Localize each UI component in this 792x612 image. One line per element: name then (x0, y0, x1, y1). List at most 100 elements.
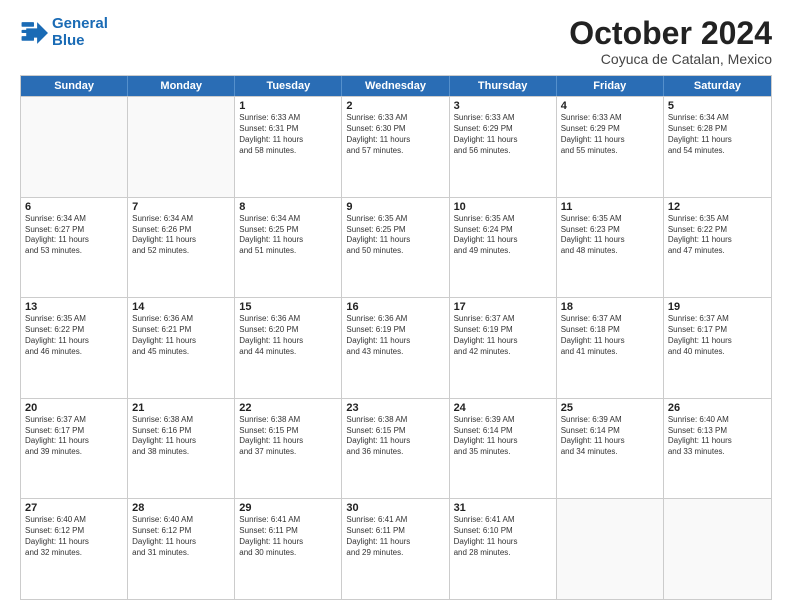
day-number: 10 (454, 201, 552, 213)
calendar-row-5: 27Sunrise: 6:40 AM Sunset: 6:12 PM Dayli… (21, 498, 771, 599)
logo-text: General Blue (52, 16, 108, 49)
calendar-header: SundayMondayTuesdayWednesdayThursdayFrid… (21, 76, 771, 96)
day-cell-2: 2Sunrise: 6:33 AM Sunset: 6:30 PM Daylig… (342, 97, 449, 197)
cell-info: Sunrise: 6:34 AM Sunset: 6:27 PM Dayligh… (25, 214, 123, 257)
calendar-row-3: 13Sunrise: 6:35 AM Sunset: 6:22 PM Dayli… (21, 297, 771, 398)
day-number: 18 (561, 301, 659, 313)
day-number: 23 (346, 402, 444, 414)
cell-info: Sunrise: 6:41 AM Sunset: 6:10 PM Dayligh… (454, 515, 552, 558)
day-number: 3 (454, 100, 552, 112)
cell-info: Sunrise: 6:35 AM Sunset: 6:24 PM Dayligh… (454, 214, 552, 257)
day-number: 4 (561, 100, 659, 112)
calendar-row-2: 6Sunrise: 6:34 AM Sunset: 6:27 PM Daylig… (21, 197, 771, 298)
day-cell-1: 1Sunrise: 6:33 AM Sunset: 6:31 PM Daylig… (235, 97, 342, 197)
calendar-body: 1Sunrise: 6:33 AM Sunset: 6:31 PM Daylig… (21, 96, 771, 599)
header-day-saturday: Saturday (664, 76, 771, 96)
empty-cell-r4c6 (664, 499, 771, 599)
header-day-friday: Friday (557, 76, 664, 96)
cell-info: Sunrise: 6:37 AM Sunset: 6:19 PM Dayligh… (454, 314, 552, 357)
cell-info: Sunrise: 6:33 AM Sunset: 6:30 PM Dayligh… (346, 113, 444, 156)
day-cell-13: 13Sunrise: 6:35 AM Sunset: 6:22 PM Dayli… (21, 298, 128, 398)
day-number: 15 (239, 301, 337, 313)
cell-info: Sunrise: 6:39 AM Sunset: 6:14 PM Dayligh… (561, 415, 659, 458)
header-day-monday: Monday (128, 76, 235, 96)
cell-info: Sunrise: 6:35 AM Sunset: 6:25 PM Dayligh… (346, 214, 444, 257)
cell-info: Sunrise: 6:38 AM Sunset: 6:16 PM Dayligh… (132, 415, 230, 458)
cell-info: Sunrise: 6:41 AM Sunset: 6:11 PM Dayligh… (346, 515, 444, 558)
cell-info: Sunrise: 6:38 AM Sunset: 6:15 PM Dayligh… (239, 415, 337, 458)
cell-info: Sunrise: 6:40 AM Sunset: 6:12 PM Dayligh… (25, 515, 123, 558)
logo-icon (20, 19, 48, 47)
header-day-thursday: Thursday (450, 76, 557, 96)
day-number: 12 (668, 201, 767, 213)
day-number: 5 (668, 100, 767, 112)
day-cell-4: 4Sunrise: 6:33 AM Sunset: 6:29 PM Daylig… (557, 97, 664, 197)
cell-info: Sunrise: 6:37 AM Sunset: 6:17 PM Dayligh… (25, 415, 123, 458)
cell-info: Sunrise: 6:33 AM Sunset: 6:31 PM Dayligh… (239, 113, 337, 156)
day-number: 6 (25, 201, 123, 213)
logo-line2: Blue (52, 32, 85, 49)
day-cell-17: 17Sunrise: 6:37 AM Sunset: 6:19 PM Dayli… (450, 298, 557, 398)
day-number: 28 (132, 502, 230, 514)
day-number: 24 (454, 402, 552, 414)
day-cell-20: 20Sunrise: 6:37 AM Sunset: 6:17 PM Dayli… (21, 399, 128, 499)
day-cell-14: 14Sunrise: 6:36 AM Sunset: 6:21 PM Dayli… (128, 298, 235, 398)
day-cell-25: 25Sunrise: 6:39 AM Sunset: 6:14 PM Dayli… (557, 399, 664, 499)
month-title: October 2024 (569, 16, 772, 51)
day-cell-8: 8Sunrise: 6:34 AM Sunset: 6:25 PM Daylig… (235, 198, 342, 298)
day-cell-19: 19Sunrise: 6:37 AM Sunset: 6:17 PM Dayli… (664, 298, 771, 398)
day-number: 1 (239, 100, 337, 112)
cell-info: Sunrise: 6:33 AM Sunset: 6:29 PM Dayligh… (454, 113, 552, 156)
day-cell-15: 15Sunrise: 6:36 AM Sunset: 6:20 PM Dayli… (235, 298, 342, 398)
day-number: 30 (346, 502, 444, 514)
day-number: 9 (346, 201, 444, 213)
cell-info: Sunrise: 6:38 AM Sunset: 6:15 PM Dayligh… (346, 415, 444, 458)
cell-info: Sunrise: 6:34 AM Sunset: 6:26 PM Dayligh… (132, 214, 230, 257)
day-number: 29 (239, 502, 337, 514)
cell-info: Sunrise: 6:36 AM Sunset: 6:19 PM Dayligh… (346, 314, 444, 357)
day-number: 21 (132, 402, 230, 414)
cell-info: Sunrise: 6:37 AM Sunset: 6:17 PM Dayligh… (668, 314, 767, 357)
subtitle: Coyuca de Catalan, Mexico (569, 51, 772, 67)
day-cell-21: 21Sunrise: 6:38 AM Sunset: 6:16 PM Dayli… (128, 399, 235, 499)
day-cell-7: 7Sunrise: 6:34 AM Sunset: 6:26 PM Daylig… (128, 198, 235, 298)
day-cell-22: 22Sunrise: 6:38 AM Sunset: 6:15 PM Dayli… (235, 399, 342, 499)
logo: General Blue (20, 16, 108, 49)
empty-cell-r0c1 (128, 97, 235, 197)
cell-info: Sunrise: 6:33 AM Sunset: 6:29 PM Dayligh… (561, 113, 659, 156)
header-day-tuesday: Tuesday (235, 76, 342, 96)
cell-info: Sunrise: 6:35 AM Sunset: 6:22 PM Dayligh… (25, 314, 123, 357)
day-number: 16 (346, 301, 444, 313)
day-number: 7 (132, 201, 230, 213)
header-day-wednesday: Wednesday (342, 76, 449, 96)
logo-line1: General (52, 15, 108, 32)
day-number: 25 (561, 402, 659, 414)
day-number: 20 (25, 402, 123, 414)
day-number: 22 (239, 402, 337, 414)
day-cell-6: 6Sunrise: 6:34 AM Sunset: 6:27 PM Daylig… (21, 198, 128, 298)
day-number: 26 (668, 402, 767, 414)
day-cell-31: 31Sunrise: 6:41 AM Sunset: 6:10 PM Dayli… (450, 499, 557, 599)
calendar-row-1: 1Sunrise: 6:33 AM Sunset: 6:31 PM Daylig… (21, 96, 771, 197)
cell-info: Sunrise: 6:37 AM Sunset: 6:18 PM Dayligh… (561, 314, 659, 357)
empty-cell-r4c5 (557, 499, 664, 599)
cell-info: Sunrise: 6:34 AM Sunset: 6:25 PM Dayligh… (239, 214, 337, 257)
empty-cell-r0c0 (21, 97, 128, 197)
day-number: 2 (346, 100, 444, 112)
day-number: 8 (239, 201, 337, 213)
day-number: 31 (454, 502, 552, 514)
day-number: 14 (132, 301, 230, 313)
day-cell-16: 16Sunrise: 6:36 AM Sunset: 6:19 PM Dayli… (342, 298, 449, 398)
day-cell-28: 28Sunrise: 6:40 AM Sunset: 6:12 PM Dayli… (128, 499, 235, 599)
calendar: SundayMondayTuesdayWednesdayThursdayFrid… (20, 75, 772, 600)
day-cell-26: 26Sunrise: 6:40 AM Sunset: 6:13 PM Dayli… (664, 399, 771, 499)
day-cell-23: 23Sunrise: 6:38 AM Sunset: 6:15 PM Dayli… (342, 399, 449, 499)
cell-info: Sunrise: 6:39 AM Sunset: 6:14 PM Dayligh… (454, 415, 552, 458)
cell-info: Sunrise: 6:35 AM Sunset: 6:23 PM Dayligh… (561, 214, 659, 257)
day-cell-12: 12Sunrise: 6:35 AM Sunset: 6:22 PM Dayli… (664, 198, 771, 298)
day-cell-9: 9Sunrise: 6:35 AM Sunset: 6:25 PM Daylig… (342, 198, 449, 298)
cell-info: Sunrise: 6:34 AM Sunset: 6:28 PM Dayligh… (668, 113, 767, 156)
day-number: 17 (454, 301, 552, 313)
calendar-row-4: 20Sunrise: 6:37 AM Sunset: 6:17 PM Dayli… (21, 398, 771, 499)
cell-info: Sunrise: 6:36 AM Sunset: 6:21 PM Dayligh… (132, 314, 230, 357)
